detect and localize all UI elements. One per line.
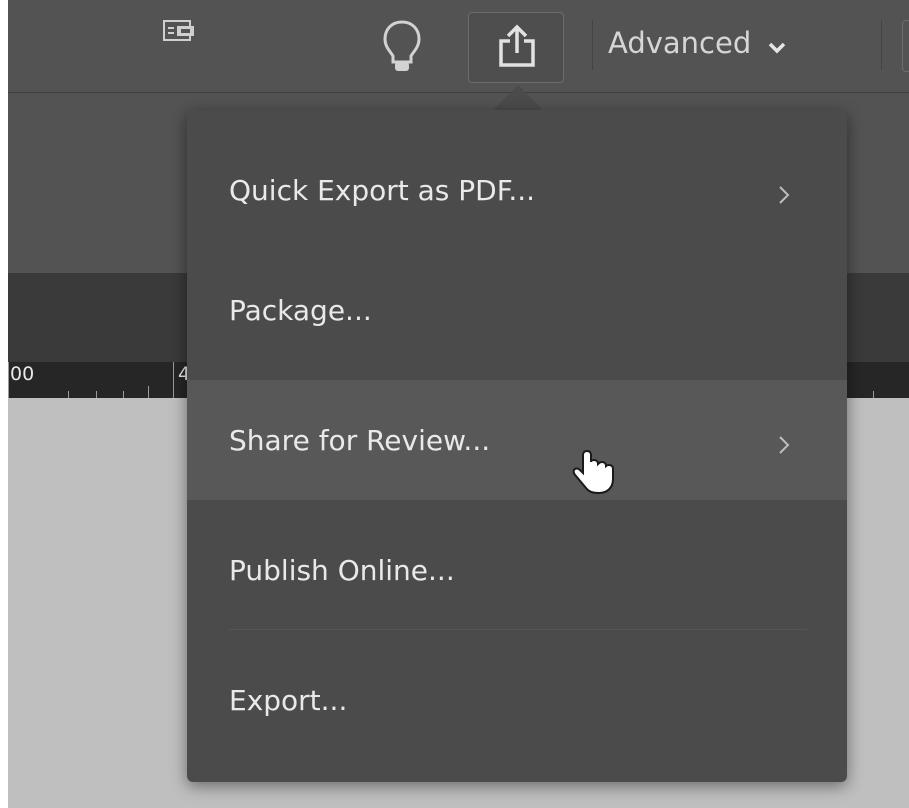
menu-item-label: Publish Online... [229,553,455,587]
ruler-label: 00 [10,363,35,385]
ruler-tick [123,391,124,398]
ruler-tick [148,386,149,398]
toolbar-button-partial[interactable] [902,20,909,72]
app-toolbar: Advanced [8,0,909,93]
workspace-label: Advanced [608,26,752,60]
menu-item-package[interactable]: Package... [187,250,847,370]
hand-pointer-icon [571,447,621,497]
ruler-tick [68,391,69,398]
menu-item-publish-online[interactable]: Publish Online... [187,510,847,630]
menu-item-label: Share for Review... [229,423,491,457]
menu-item-export[interactable]: Export... [187,640,847,760]
ruler-tick [8,362,9,398]
app-window: Advanced 00 4 Quick Export as PDF... Pac… [8,0,909,808]
share-menu: Quick Export as PDF... Package... Share … [187,110,847,782]
screen-mode-icon[interactable] [163,20,195,42]
share-icon [499,24,535,67]
menu-item-quick-export-pdf[interactable]: Quick Export as PDF... [187,130,847,250]
menu-item-label: Export... [229,683,348,717]
menu-item-label: Quick Export as PDF... [229,173,536,207]
chevron-right-icon [777,180,791,213]
menu-divider [229,629,807,630]
share-button[interactable] [468,12,564,83]
ruler-tick [873,391,874,398]
chevron-right-icon [777,430,791,463]
menu-item-share-for-review[interactable]: Share for Review... [187,380,847,500]
lightbulb-icon[interactable] [380,14,424,76]
workspace-switcher[interactable]: Advanced [608,18,787,68]
ruler-tick [96,391,97,398]
chevron-down-icon [767,28,787,62]
toolbar-divider [592,20,593,70]
ruler-tick [173,362,174,398]
toolbar-divider [881,20,882,70]
menu-item-label: Package... [229,293,372,327]
